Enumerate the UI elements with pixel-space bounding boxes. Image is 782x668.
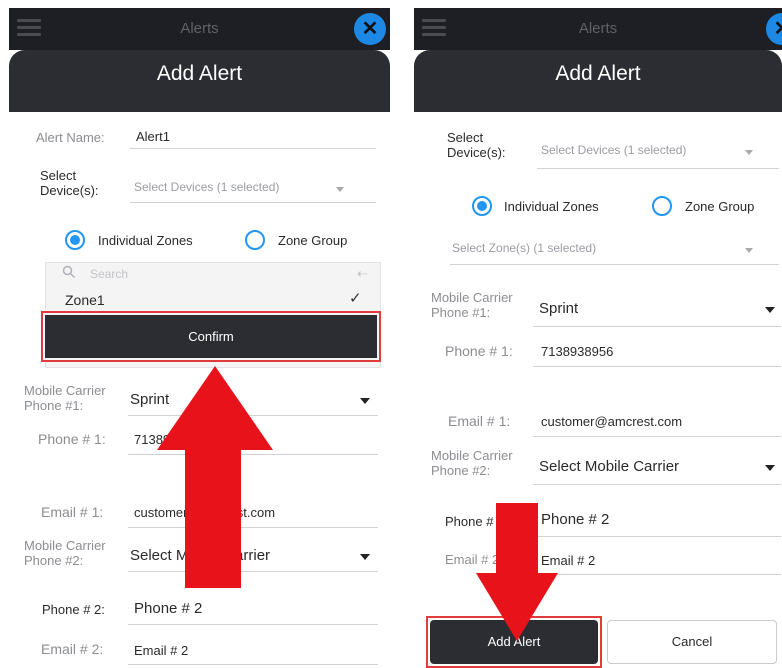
down-arrow-annotation	[476, 503, 558, 641]
top-bar-title: Alerts	[180, 20, 219, 37]
radio-individual-zones[interactable]	[472, 196, 492, 216]
email1-field[interactable]: customer@amcrest.com	[533, 408, 781, 437]
header-bar: Add Alert	[414, 50, 782, 112]
phone2-label: Phone # 2:	[42, 602, 105, 617]
chevron-down-icon	[360, 554, 370, 560]
carrier2-label-line2: Phone #2:	[24, 553, 84, 568]
alert-name-value: Alert1	[136, 129, 170, 144]
select-devices-value: Select Devices (1 selected)	[541, 143, 687, 157]
phone2-field[interactable]: Phone # 2	[128, 594, 378, 625]
top-bar: Alerts ✕	[414, 8, 782, 50]
carrier1-label: Mobile Carrier Phone #1:	[24, 383, 106, 413]
up-arrow-annotation	[157, 366, 273, 588]
phone1-value: 7138938956	[541, 344, 614, 359]
top-bar-title: Alerts	[578, 20, 618, 37]
carrier1-label-line2: Phone #1:	[24, 398, 84, 413]
close-icon[interactable]: ✕	[766, 13, 782, 45]
chevron-down-icon	[745, 248, 753, 253]
radio-individual-zones-label: Individual Zones	[504, 199, 599, 214]
carrier1-label-line2: Phone #1:	[431, 305, 491, 320]
carrier1-label-line1: Mobile Carrier	[431, 290, 513, 305]
carrier2-label: Mobile Carrier Phone #2:	[24, 538, 106, 568]
select-devices-label: Select Device(s):	[40, 168, 99, 198]
zone-item-zone1[interactable]: Zone1	[65, 292, 105, 308]
header-bar: Add Alert	[9, 50, 390, 112]
carrier2-value: Select Mobile Carrier	[539, 458, 680, 475]
phone1-field[interactable]: 7138938956	[533, 338, 781, 367]
carrier2-label-line1: Mobile Carrier	[431, 448, 513, 463]
chevron-down-icon	[745, 150, 753, 155]
top-bar: Alerts ✕	[9, 8, 390, 50]
phone2-field[interactable]: Phone # 2	[533, 504, 781, 537]
search-input[interactable]: Search	[90, 267, 128, 281]
phone2-value: Phone # 2	[134, 600, 203, 617]
phone1-label: Phone # 1:	[445, 343, 513, 359]
select-devices-label-line2: Device(s):	[40, 183, 99, 198]
carrier1-value: Sprint	[539, 300, 579, 317]
search-icon	[62, 265, 76, 279]
email1-value: customer@amcrest.com	[541, 414, 683, 429]
chevron-down-icon	[765, 465, 775, 471]
page-title: Add Alert	[555, 62, 641, 85]
phone1-label: Phone # 1:	[38, 431, 106, 447]
email2-field[interactable]: Email # 2	[533, 546, 781, 575]
email2-value: Email # 2	[134, 643, 189, 658]
select-devices-dropdown[interactable]: Select Devices (1 selected)	[537, 134, 779, 169]
email1-label: Email # 1:	[41, 504, 104, 520]
carrier2-select[interactable]: Select Mobile Carrier	[533, 450, 781, 485]
select-devices-label-line2: Device(s):	[447, 145, 506, 160]
carrier1-label-line1: Mobile Carrier	[24, 383, 106, 398]
carrier1-select[interactable]: Sprint	[533, 292, 781, 327]
select-devices-dropdown[interactable]: Select Devices (1 selected)	[130, 172, 376, 203]
chevron-down-icon	[336, 187, 344, 192]
carrier2-label: Mobile Carrier Phone #2:	[431, 448, 513, 478]
back-arrow-icon[interactable]: ⇠	[357, 266, 368, 282]
radio-zone-group-label: Zone Group	[278, 233, 348, 248]
close-icon[interactable]: ✕	[354, 13, 386, 45]
select-zones-dropdown[interactable]: Select Zone(s) (1 selected)	[450, 234, 779, 265]
chevron-down-icon	[765, 307, 775, 313]
cancel-button[interactable]: Cancel	[607, 620, 777, 664]
carrier1-label: Mobile Carrier Phone #1:	[431, 290, 513, 320]
select-devices-label-line1: Select	[40, 168, 77, 183]
radio-individual-zones[interactable]	[65, 230, 85, 250]
radio-zone-group[interactable]	[652, 196, 672, 216]
email2-field[interactable]: Email # 2	[128, 636, 378, 665]
chevron-down-icon	[360, 398, 370, 404]
radio-individual-zones-label: Individual Zones	[98, 233, 193, 248]
alert-name-label: Alert Name:	[36, 130, 105, 145]
radio-zone-group[interactable]	[245, 230, 265, 250]
email1-label: Email # 1:	[448, 413, 511, 429]
select-zones-value: Select Zone(s) (1 selected)	[452, 241, 597, 255]
page-title: Add Alert	[156, 62, 243, 85]
confirm-button[interactable]: Confirm	[45, 315, 377, 358]
radio-zone-group-label: Zone Group	[685, 199, 755, 214]
email2-label: Email # 2:	[41, 641, 104, 657]
select-devices-value: Select Devices (1 selected)	[134, 180, 280, 194]
left-screenshot: Alerts ✕ Add Alert Alert Name: Alert1 Se…	[9, 8, 390, 668]
select-devices-label: Select Device(s):	[447, 130, 506, 160]
alert-name-field[interactable]: Alert1	[130, 124, 376, 149]
carrier2-label-line2: Phone #2:	[431, 463, 491, 478]
select-devices-label-line1: Select	[447, 130, 484, 145]
right-screenshot: Alerts ✕ Add Alert Select Device(s): Sel…	[414, 8, 782, 668]
checkmark-icon: ✓	[349, 290, 362, 307]
form-body: Select Device(s): Select Devices (1 sele…	[417, 112, 782, 668]
carrier2-label-line1: Mobile Carrier	[24, 538, 106, 553]
